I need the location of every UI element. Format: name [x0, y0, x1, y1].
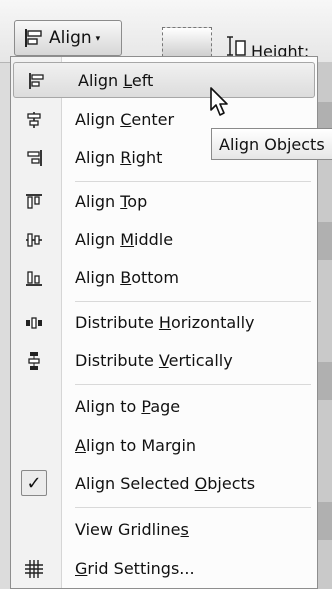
grid-icon	[25, 560, 43, 578]
menu-item-align-to-page[interactable]: Align to Page	[11, 389, 317, 425]
menu-item-label: Distribute Vertically	[75, 351, 233, 370]
menu-item-align-middle[interactable]: Align Middle	[11, 222, 317, 258]
align-top-icon	[25, 193, 43, 211]
menu-item-label: Grid Settings...	[75, 559, 195, 578]
height-icon	[227, 36, 246, 56]
menu-item-label: Align Right	[75, 148, 163, 167]
menu-separator	[75, 301, 311, 302]
menu-separator	[75, 507, 311, 508]
menu-item-align-left[interactable]: Align Left	[13, 62, 315, 98]
align-dropdown-button[interactable]: Align ▾	[14, 20, 122, 56]
align-middle-icon	[25, 231, 43, 249]
checkmark-icon: ✓	[21, 470, 47, 496]
menu-item-label: Align Middle	[75, 230, 174, 249]
menu-item-label: Distribute Horizontally	[75, 313, 255, 332]
distribute-vertically-icon	[25, 352, 43, 370]
picture-thumbnail-icon[interactable]	[162, 27, 212, 57]
menu-separator	[75, 181, 311, 182]
menu-item-grid-settings[interactable]: Grid Settings...	[11, 551, 317, 587]
menu-item-view-gridlines[interactable]: View Gridlines	[11, 512, 317, 548]
align-center-icon	[25, 111, 43, 129]
chevron-down-icon: ▾	[95, 34, 101, 44]
align-right-icon	[25, 149, 43, 167]
align-button-label: Align	[49, 28, 92, 48]
mouse-pointer-icon	[210, 87, 228, 116]
menu-item-label: View Gridlines	[75, 520, 189, 539]
menu-item-distribute-vertically[interactable]: Distribute Vertically	[11, 343, 317, 379]
menu-item-align-top[interactable]: Align Top	[11, 184, 317, 220]
menu-item-align-bottom[interactable]: Align Bottom	[11, 260, 317, 296]
align-bottom-icon	[25, 269, 43, 287]
menu-item-label: Align Center	[75, 110, 175, 129]
menu-item-align-selected-objects[interactable]: ✓ Align Selected Objects	[11, 466, 317, 502]
align-left-icon	[28, 72, 46, 90]
menu-item-label: Align to Page	[75, 397, 181, 416]
menu-item-label: Align Selected Objects	[75, 474, 256, 493]
menu-item-align-to-margin[interactable]: Align to Margin	[11, 428, 317, 464]
menu-item-distribute-horizontally[interactable]: Distribute Horizontally	[11, 305, 317, 341]
ribbon: Align ▾ Height:	[0, 0, 332, 63]
align-left-icon	[25, 29, 42, 47]
menu-separator	[75, 384, 311, 385]
menu-item-label: Align Left	[78, 71, 154, 90]
tooltip: Align Objects	[211, 128, 332, 160]
distribute-horizontally-icon	[25, 314, 43, 332]
menu-item-label: Align to Margin	[75, 436, 197, 455]
menu-item-label: Align Bottom	[75, 268, 179, 287]
menu-item-label: Align Top	[75, 192, 148, 211]
